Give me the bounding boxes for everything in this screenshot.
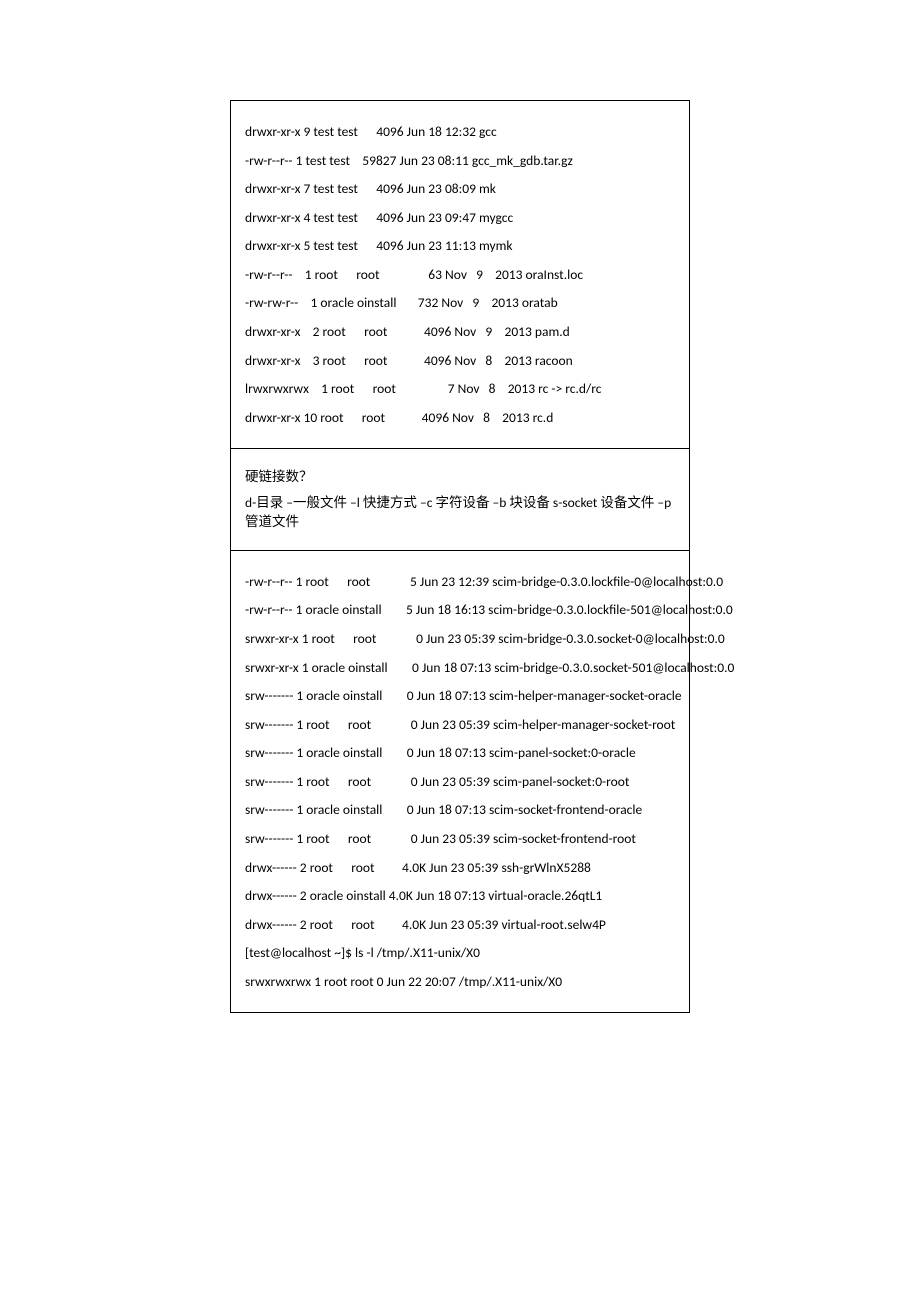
notes-block: 硬链接数？ d-目录 –一般文件 –l 快捷方式 –c 字符设备 –b 块设备 …	[230, 449, 690, 551]
ls-line: srwxr-xr-x 1 root root 0 Jun 23 05:39 sc…	[245, 629, 675, 649]
ls-line: drwx------ 2 root root 4.0K Jun 23 05:39…	[245, 858, 675, 878]
ls-line: srw------- 1 oracle oinstall 0 Jun 18 07…	[245, 800, 675, 820]
ls-line: srw------- 1 oracle oinstall 0 Jun 18 07…	[245, 743, 675, 763]
ls-line: drwxr-xr-x 4 test test 4096 Jun 23 09:47…	[245, 208, 675, 228]
shell-prompt: [test@localhost ~]$ ls -l /tmp/.X11-unix…	[245, 943, 675, 963]
ls-line: -rw-rw-r-- 1 oracle oinstall 732 Nov 9 2…	[245, 293, 675, 313]
ls-line: drwxr-xr-x 2 root root 4096 Nov 9 2013 p…	[245, 322, 675, 342]
ls-line: srw------- 1 root root 0 Jun 23 05:39 sc…	[245, 772, 675, 792]
hardlink-question: 硬链接数？	[245, 467, 675, 487]
ls-line: drwx------ 2 root root 4.0K Jun 23 05:39…	[245, 915, 675, 935]
ls-line: drwxr-xr-x 7 test test 4096 Jun 23 08:09…	[245, 179, 675, 199]
ls-output-block-2: -rw-r--r-- 1 root root 5 Jun 23 12:39 sc…	[230, 551, 690, 1013]
ls-line: drwx------ 2 oracle oinstall 4.0K Jun 18…	[245, 886, 675, 906]
ls-line: lrwxrwxrwx 1 root root 7 Nov 8 2013 rc -…	[245, 379, 675, 399]
ls-line: drwxr-xr-x 9 test test 4096 Jun 18 12:32…	[245, 122, 675, 142]
ls-line: drwxr-xr-x 10 root root 4096 Nov 8 2013 …	[245, 408, 675, 428]
ls-line: srw------- 1 root root 0 Jun 23 05:39 sc…	[245, 715, 675, 735]
ls-line: -rw-r--r-- 1 root root 5 Jun 23 12:39 sc…	[245, 572, 675, 592]
ls-line: srwxrwxrwx 1 root root 0 Jun 22 20:07 /t…	[245, 972, 675, 992]
file-type-legend: d-目录 –一般文件 –l 快捷方式 –c 字符设备 –b 块设备 s-sock…	[245, 493, 675, 532]
ls-line: drwxr-xr-x 3 root root 4096 Nov 8 2013 r…	[245, 351, 675, 371]
ls-output-block-1: drwxr-xr-x 9 test test 4096 Jun 18 12:32…	[230, 100, 690, 449]
ls-line: srw------- 1 root root 0 Jun 23 05:39 sc…	[245, 829, 675, 849]
ls-line: -rw-r--r-- 1 root root 63 Nov 9 2013 ora…	[245, 265, 675, 285]
ls-line: srw------- 1 oracle oinstall 0 Jun 18 07…	[245, 686, 675, 706]
ls-line: -rw-r--r-- 1 oracle oinstall 5 Jun 18 16…	[245, 600, 675, 620]
ls-line: -rw-r--r-- 1 test test 59827 Jun 23 08:1…	[245, 151, 675, 171]
ls-line: srwxr-xr-x 1 oracle oinstall 0 Jun 18 07…	[245, 658, 675, 678]
ls-line: drwxr-xr-x 5 test test 4096 Jun 23 11:13…	[245, 236, 675, 256]
